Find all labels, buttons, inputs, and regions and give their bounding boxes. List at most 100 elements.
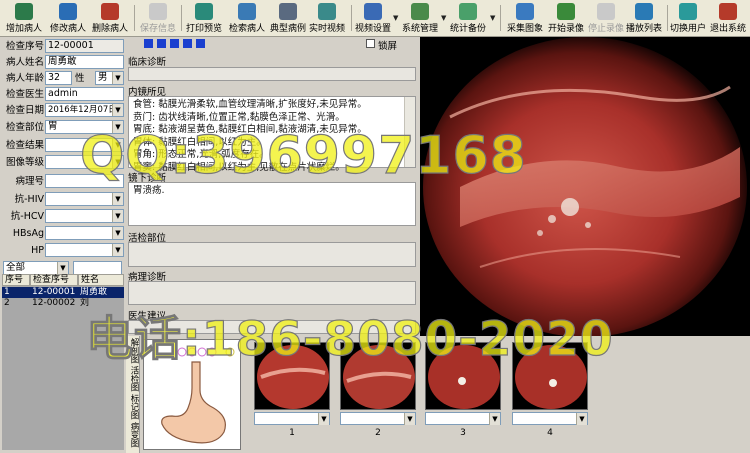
toolbar-separator	[181, 5, 182, 31]
next-record-icon[interactable]	[170, 39, 179, 48]
thumbnail-3-number: 3	[460, 428, 466, 438]
clinical-diagnosis-input[interactable]	[128, 67, 416, 81]
filter-search-input[interactable]	[73, 261, 122, 275]
sex-select[interactable]: 男 ▼	[95, 71, 124, 85]
save-button[interactable]: 保存信息	[138, 1, 178, 36]
add-patient-button[interactable]: 增加病人	[4, 1, 44, 36]
grid-cell-name: 周勇敢	[78, 287, 124, 298]
date-label: 检查日期	[5, 105, 44, 116]
capture-image-button[interactable]: 采集图象	[505, 1, 545, 36]
biopsy-site-input[interactable]	[128, 242, 416, 267]
video-settings-dropdown-icon[interactable]: ▼	[393, 14, 398, 22]
chevron-down-icon: ▼	[112, 193, 123, 205]
hiv-select[interactable]: ▼	[45, 192, 124, 206]
stats-backup-icon	[459, 3, 477, 20]
live-endoscopy-view[interactable]	[420, 37, 750, 336]
playlist-icon	[635, 3, 653, 20]
clinical-diagnosis-label: 临床诊断	[128, 57, 167, 68]
filter-select[interactable]: 全部 ▼	[3, 261, 69, 275]
toolbar-separator	[351, 5, 352, 31]
pathology-no-label: 病理号	[15, 176, 44, 187]
thumbnail-2-select[interactable]: ▼	[340, 412, 416, 425]
system-admin-dropdown-icon[interactable]: ▼	[441, 14, 446, 22]
live-video-button[interactable]: 实时视频	[307, 1, 347, 36]
age-field[interactable]: 32	[45, 71, 72, 85]
hcv-label: 抗-HCV	[10, 211, 44, 222]
site-label: 检查部位	[5, 122, 44, 133]
first-record-icon[interactable]	[144, 39, 153, 48]
grid-header-exam-no[interactable]: 检查序号	[30, 274, 78, 286]
print-preview-button[interactable]: 打印预览	[184, 1, 224, 36]
sex-value: 男	[98, 72, 108, 83]
chevron-down-icon: ▼	[318, 413, 329, 425]
grid-header-name[interactable]: 姓名	[78, 274, 124, 286]
doctor-field[interactable]: admin	[45, 87, 124, 101]
hp-select[interactable]: ▼	[45, 243, 124, 257]
toolbar-separator	[134, 5, 135, 31]
chevron-down-icon: ▼	[112, 104, 123, 116]
typical-case-button[interactable]: 典型病例	[268, 1, 308, 36]
delete-patient-button[interactable]: 删除病人	[90, 1, 130, 36]
conclusion-text: 胃溃疡.	[133, 185, 165, 196]
playlist-button[interactable]: 播放列表	[624, 1, 664, 36]
search-patient-button[interactable]: 检索病人	[227, 1, 267, 36]
filter-value: 全部	[6, 262, 26, 273]
exam-no-label: 检查序号	[5, 41, 44, 52]
toolbar-separator	[500, 5, 501, 31]
age-label: 病人年龄	[5, 73, 44, 84]
typical-case-icon	[279, 3, 297, 20]
patient-info-panel: 检查序号 12-00001 病人姓名 周勇敢 病人年龄 32 性别 男▼ 检查医…	[0, 37, 126, 453]
video-settings-button[interactable]: 视频设置	[353, 1, 393, 36]
thumbnail-3-select[interactable]: ▼	[425, 412, 501, 425]
conclusion-textarea[interactable]: 胃溃疡.	[128, 182, 416, 226]
grid-cell-exam-no: 12-00002	[32, 298, 76, 308]
chevron-down-icon: ▼	[112, 72, 123, 84]
lock-screen-checkbox[interactable]	[366, 39, 375, 48]
tab-lesion[interactable]: 病变图	[127, 422, 139, 448]
hbsag-label: HBsAg	[12, 228, 44, 239]
system-admin-button[interactable]: 系统管理	[400, 1, 440, 36]
stop-record-icon	[597, 3, 615, 20]
thumbnail-4-number: 4	[547, 428, 553, 438]
hbsag-select[interactable]: ▼	[45, 226, 124, 240]
add-patient-icon	[15, 3, 33, 20]
thumbnail-4-select[interactable]: ▼	[512, 412, 588, 425]
grid-header-index[interactable]: 序号	[2, 274, 30, 286]
refresh-record-icon[interactable]	[196, 39, 205, 48]
save-icon	[149, 3, 167, 20]
lock-screen-label: 锁屏	[378, 41, 398, 52]
table-row[interactable]: 1 12-00001 周勇敢	[2, 287, 124, 298]
chevron-down-icon: ▼	[489, 413, 500, 425]
watermark-phone: 电话:186-8080-2020	[85, 311, 614, 367]
print-preview-icon	[195, 3, 213, 20]
date-picker[interactable]: 2016年12月07日 ▼	[45, 103, 124, 117]
video-settings-icon	[364, 3, 382, 20]
grid-cell-index: 2	[4, 298, 10, 308]
thumbnail-1-number: 1	[289, 428, 295, 438]
switch-user-button[interactable]: 切换用户	[668, 1, 708, 36]
edit-patient-icon	[59, 3, 77, 20]
chevron-down-icon: ▼	[112, 244, 123, 256]
edit-patient-button[interactable]: 修改病人	[48, 1, 88, 36]
thumbnail-1-select[interactable]: ▼	[254, 412, 330, 425]
name-field[interactable]: 周勇敢	[45, 55, 124, 69]
stats-backup-dropdown-icon[interactable]: ▼	[490, 14, 495, 22]
tab-mark[interactable]: 标记图	[127, 394, 139, 420]
date-value: 2016年12月07日	[48, 105, 117, 115]
hiv-label: 抗-HIV	[14, 194, 44, 205]
prev-record-icon[interactable]	[157, 39, 166, 48]
last-record-icon[interactable]	[183, 39, 192, 48]
stop-record-button[interactable]: 停止录像	[586, 1, 626, 36]
delete-patient-icon	[101, 3, 119, 20]
hp-label: HP	[31, 245, 44, 256]
exit-button[interactable]: 退出系统	[708, 1, 748, 36]
watermark-qq: QQ:396997168	[79, 125, 527, 186]
thumbnail-2-number: 2	[375, 428, 381, 438]
system-admin-icon	[411, 3, 429, 20]
exam-no-field[interactable]: 12-00001	[45, 39, 124, 53]
hcv-select[interactable]: ▼	[45, 209, 124, 223]
start-record-button[interactable]: 开始录像	[546, 1, 586, 36]
grade-label: 图像等级	[5, 157, 44, 168]
stats-backup-button[interactable]: 统计备份	[448, 1, 488, 36]
tab-biopsy[interactable]: 活检图	[127, 366, 139, 392]
